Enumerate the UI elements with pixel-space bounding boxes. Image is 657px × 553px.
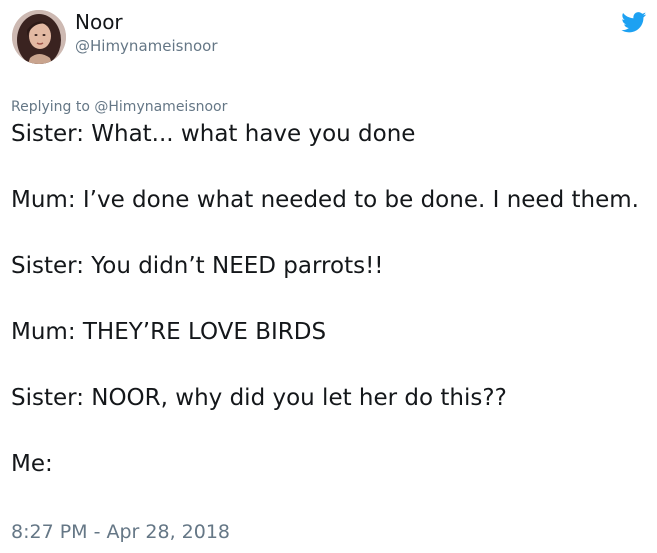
tweet-line: Sister: You didn’t NEED parrots!! xyxy=(11,253,384,279)
author-handle[interactable]: @Himynameisnoor xyxy=(75,36,218,56)
avatar[interactable] xyxy=(12,10,66,64)
tweet-line: Sister: What... what have you done xyxy=(11,121,416,147)
twitter-bird-icon[interactable] xyxy=(621,12,647,33)
replying-to-label: Replying to xyxy=(11,99,95,115)
replying-to: Replying to @Himynameisnoor xyxy=(11,97,227,117)
author-name[interactable]: Noor xyxy=(75,9,123,35)
tweet-line: Me: xyxy=(11,451,53,477)
tweet-line: Sister: NOOR, why did you let her do thi… xyxy=(11,385,507,411)
tweet-text: Sister: What... what have you done Mum: … xyxy=(11,118,641,481)
replying-to-mention[interactable]: @Himynameisnoor xyxy=(94,99,227,115)
tweet-line: Mum: THEY’RE LOVE BIRDS xyxy=(11,319,327,345)
tweet-timestamp[interactable]: 8:27 PM - Apr 28, 2018 xyxy=(11,519,230,545)
tweet-line: Mum: I’ve done what needed to be done. I… xyxy=(11,187,639,213)
tweet-card: Noor @Himynameisnoor Replying to @Himyna… xyxy=(0,0,657,553)
profile-photo xyxy=(12,10,66,64)
